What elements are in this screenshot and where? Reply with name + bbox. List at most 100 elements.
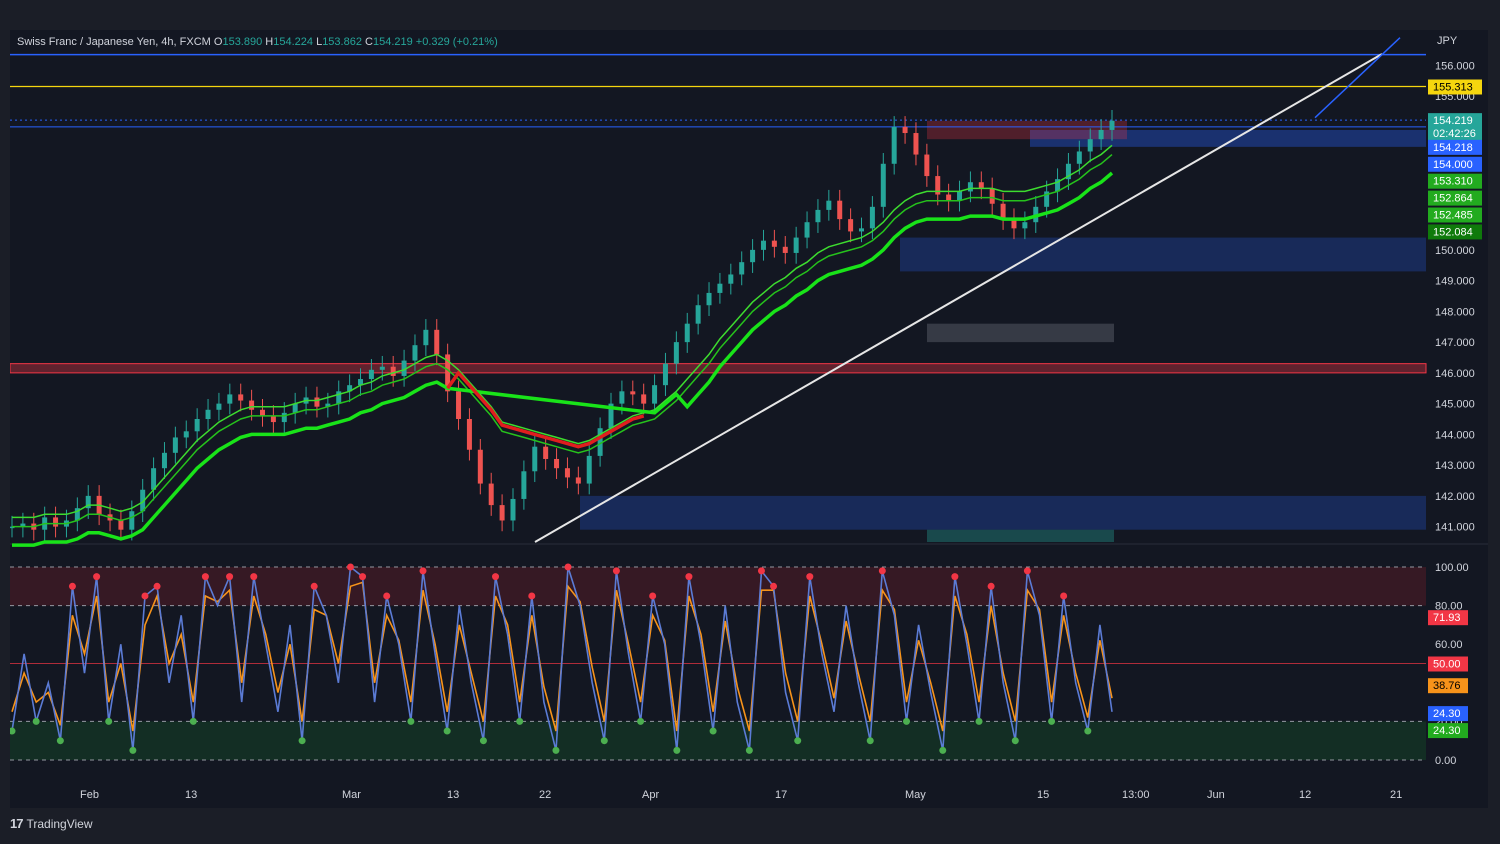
support-zone [900,237,1426,272]
candle-body [760,240,766,250]
candle-body [183,431,189,438]
tradingview-mark-icon: 17 [10,816,24,831]
time-axis-tick: 12 [1299,789,1311,801]
overbought-dot [649,592,657,600]
oscillator-axis-tick: 0.00 [1435,755,1456,767]
overbought-dot [770,582,778,590]
candle-body [488,483,494,506]
premium-zone [927,120,1127,140]
oversold-dot [637,717,645,725]
chart-canvas[interactable]: 156.000155.000154.000150.000149.000148.0… [10,30,1488,808]
oscillator-label: 38.76 [1433,680,1461,692]
oversold-dot [975,717,983,725]
overbought-dot [359,573,367,581]
time-axis-tick: 13:00 [1122,789,1150,801]
candle-body [510,498,516,521]
candle-body [172,437,178,453]
oversold-dot [552,746,560,754]
candle-body [913,133,919,155]
candle-body [1022,222,1028,229]
price-label: 152.084 [1433,226,1473,238]
candle-body [281,412,287,423]
candle-body [684,323,690,343]
candle-body [53,517,59,527]
candle-body [129,511,135,530]
oversold-dot [903,717,911,725]
candle-body [543,446,549,459]
candle-body [564,468,570,478]
candle-body [619,391,625,404]
time-axis-tick: 15 [1037,789,1049,801]
tradingview-brand: TradingView [26,816,93,831]
candle-body [1076,151,1082,164]
candle-body [1109,120,1115,130]
price-axis-tick: 145.000 [1435,399,1475,411]
price-axis-tick: 144.000 [1435,429,1475,441]
symbol-legend: Swiss Franc / Japanese Yen, 4h, FXCM O15… [17,36,498,48]
demand-zone [580,495,1426,530]
oversold-dot [189,717,197,725]
oversold-dot [600,737,608,745]
candle-body [521,471,527,499]
time-axis-tick: 13 [185,789,197,801]
overbought-dot [419,567,427,575]
candle-body [423,329,429,346]
candle-body [641,394,647,404]
candle-body [859,228,865,232]
candle-body [1087,139,1093,152]
candle-body [292,403,298,413]
price-label: 153.310 [1433,176,1473,188]
oscillator-label: 24.30 [1433,708,1461,720]
candle-body [532,446,538,472]
close-value: 154.219 [372,36,413,48]
discount-zone [927,529,1114,542]
candle-body [826,200,832,210]
overbought-dot [226,573,234,581]
oversold-dot [794,737,802,745]
price-axis-tick: 156.000 [1435,60,1475,72]
candle-body [434,329,440,355]
candle-body [695,305,701,324]
oscillator-axis-tick: 100.00 [1435,562,1469,574]
candle-body [194,419,200,432]
candle-body [575,477,581,484]
oversold-dot [939,746,947,754]
candle-body [717,283,723,293]
overbought-dot [612,567,620,575]
oversold-dot [56,737,64,745]
candle-body [379,366,385,370]
price-axis-tick: 150.000 [1435,245,1475,257]
high-value: 154.224 [273,36,313,48]
tradingview-logo[interactable]: 17 TradingView [10,816,93,831]
price-label: 154.219 [1433,115,1473,127]
overbought-dot [685,573,693,581]
oversold-dot [1011,737,1019,745]
overbought-dot [346,563,354,571]
price-axis-tick: 149.000 [1435,276,1475,288]
candle-body [466,419,472,450]
candle-body [477,449,483,484]
oversold-dot [709,727,717,735]
oversold-dot [866,737,874,745]
candle-body [848,219,854,232]
oversold-band [10,721,1426,760]
overbought-dot [806,573,814,581]
candle-body [815,209,821,223]
candle-body [586,455,592,484]
candle-body [989,188,995,204]
overbought-dot [310,582,318,590]
candle-body [554,458,560,469]
candle-body [314,397,320,407]
currency-label: JPY [1437,35,1458,47]
oversold-dot [298,737,306,745]
candle-body [978,182,984,189]
overbought-dot [250,573,258,581]
candle-body [456,391,462,419]
time-axis-tick: 17 [775,789,787,801]
overbought-dot [93,573,101,581]
candle-body [151,468,157,490]
oversold-dot [1048,717,1056,725]
overbought-dot [564,563,572,571]
low-value: 153.862 [322,36,362,48]
overbought-dot [951,573,959,581]
